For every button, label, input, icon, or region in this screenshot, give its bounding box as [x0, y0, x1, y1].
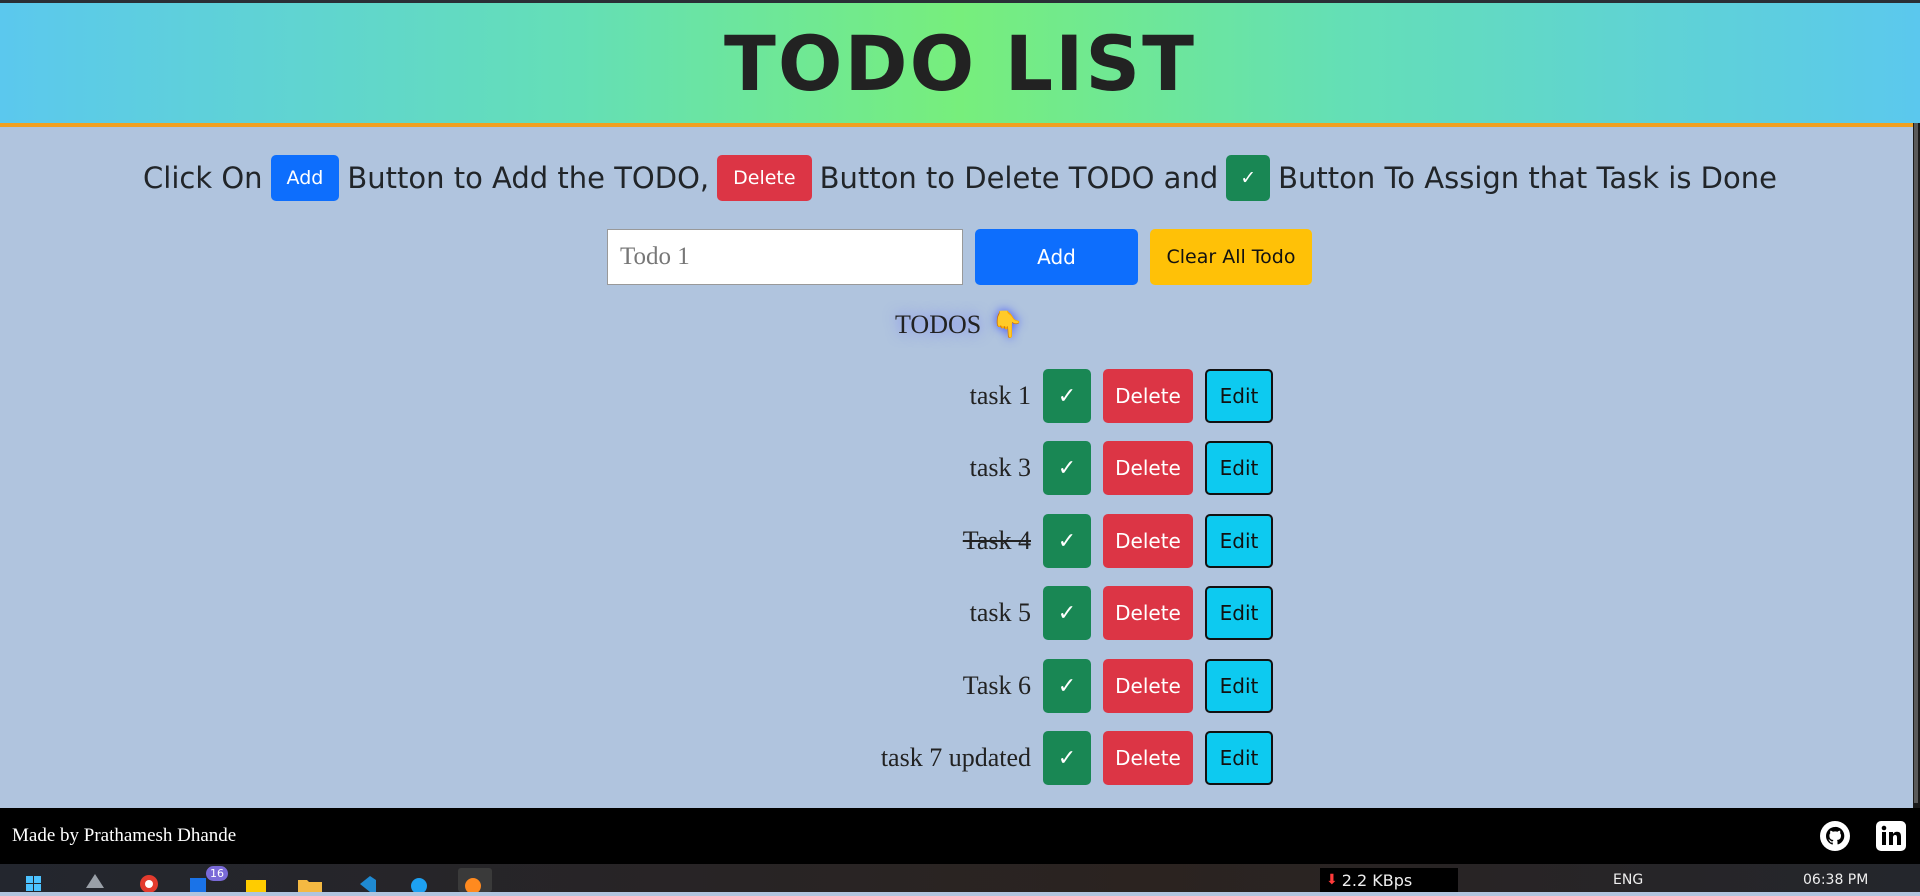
social-links: [1818, 819, 1908, 853]
language-indicator[interactable]: ENG: [1613, 872, 1643, 888]
mark-done-button[interactable]: ✓: [1043, 731, 1091, 785]
mark-done-button[interactable]: ✓: [1043, 514, 1091, 568]
notification-badge: 16: [206, 866, 228, 881]
edit-button[interactable]: Edit: [1205, 369, 1273, 423]
instructions-text-2: Button to Add the TODO,: [347, 161, 710, 195]
todo-item: task 3 ✓ Delete Edit: [0, 441, 1920, 495]
os-taskbar: 16 ⬇ 2.2 KBps ENG 06:38 PM: [0, 864, 1920, 894]
footer-credit: Made by Prathamesh Dhande: [12, 825, 237, 846]
todo-item: Task 6 ✓ Delete Edit: [0, 659, 1920, 713]
instructions-text-3: Button to Delete TODO and: [819, 161, 1219, 195]
pointing-down-icon: 👇: [991, 310, 1024, 339]
todos-heading-label: TODOS: [895, 310, 982, 339]
edge-icon[interactable]: [404, 868, 438, 894]
mail-icon[interactable]: 16: [188, 866, 228, 892]
todo-text: task 7 updated: [880, 743, 1031, 772]
todo-item: task 5 ✓ Delete Edit: [0, 586, 1920, 640]
mark-done-button[interactable]: ✓: [1043, 586, 1091, 640]
delete-button[interactable]: Delete: [1103, 731, 1193, 785]
firefox-icon[interactable]: [458, 868, 492, 894]
todo-item: task 1 ✓ Delete Edit: [0, 369, 1920, 423]
todo-item: task 7 updated ✓ Delete Edit: [0, 731, 1920, 785]
network-speed: 2.2 KBps: [1341, 870, 1413, 890]
todo-form: Add Clear All Todo: [607, 229, 1312, 285]
todo-text: task 5: [969, 598, 1031, 627]
delete-button[interactable]: Delete: [1103, 369, 1193, 423]
example-delete-button: Delete: [717, 155, 812, 201]
edit-button[interactable]: Edit: [1205, 731, 1273, 785]
todo-item: Task 4 ✓ Delete Edit: [0, 514, 1920, 568]
mark-done-button[interactable]: ✓: [1043, 659, 1091, 713]
add-todo-button[interactable]: Add: [975, 229, 1138, 285]
example-add-button: Add: [270, 155, 340, 201]
todos-heading: TODOS 👇: [895, 310, 1024, 340]
todo-text: task 3: [969, 453, 1031, 482]
delete-button[interactable]: Delete: [1103, 441, 1193, 495]
todo-text-done: Task 4: [962, 526, 1031, 555]
delete-button[interactable]: Delete: [1103, 659, 1193, 713]
taskbar-apps: 16: [26, 866, 492, 894]
delete-button[interactable]: Delete: [1103, 514, 1193, 568]
todo-input[interactable]: [607, 229, 963, 285]
instructions-text-1: Click On: [143, 161, 263, 195]
clear-all-button[interactable]: Clear All Todo: [1150, 229, 1312, 285]
page-footer: Made by Prathamesh Dhande: [0, 808, 1920, 864]
edit-button[interactable]: Edit: [1205, 441, 1273, 495]
linkedin-icon[interactable]: [1874, 819, 1908, 853]
network-speed-widget: ⬇ 2.2 KBps: [1320, 868, 1458, 892]
app-icon[interactable]: [80, 868, 114, 892]
todo-text: task 1: [969, 381, 1031, 410]
notes-icon[interactable]: [242, 868, 276, 892]
download-arrow-icon: ⬇: [1326, 872, 1338, 888]
page-title: TODO LIST: [724, 18, 1196, 108]
edit-button[interactable]: Edit: [1205, 659, 1273, 713]
example-check-button: ✓: [1226, 155, 1271, 201]
vscode-icon[interactable]: [350, 868, 384, 892]
delete-button[interactable]: Delete: [1103, 586, 1193, 640]
chrome-icon[interactable]: [134, 868, 168, 893]
todo-text: Task 6: [962, 671, 1031, 700]
page-header: TODO LIST: [0, 3, 1920, 127]
mark-done-button[interactable]: ✓: [1043, 441, 1091, 495]
windows-start-icon[interactable]: [26, 868, 60, 892]
clock[interactable]: 06:38 PM: [1803, 872, 1868, 888]
edit-button[interactable]: Edit: [1205, 586, 1273, 640]
github-icon[interactable]: [1818, 819, 1852, 853]
instructions-line: Click On Add Button to Add the TODO, Del…: [0, 155, 1920, 201]
edit-button[interactable]: Edit: [1205, 514, 1273, 568]
mark-done-button[interactable]: ✓: [1043, 369, 1091, 423]
folder-icon[interactable]: [296, 868, 330, 892]
instructions-text-4: Button To Assign that Task is Done: [1278, 161, 1777, 195]
